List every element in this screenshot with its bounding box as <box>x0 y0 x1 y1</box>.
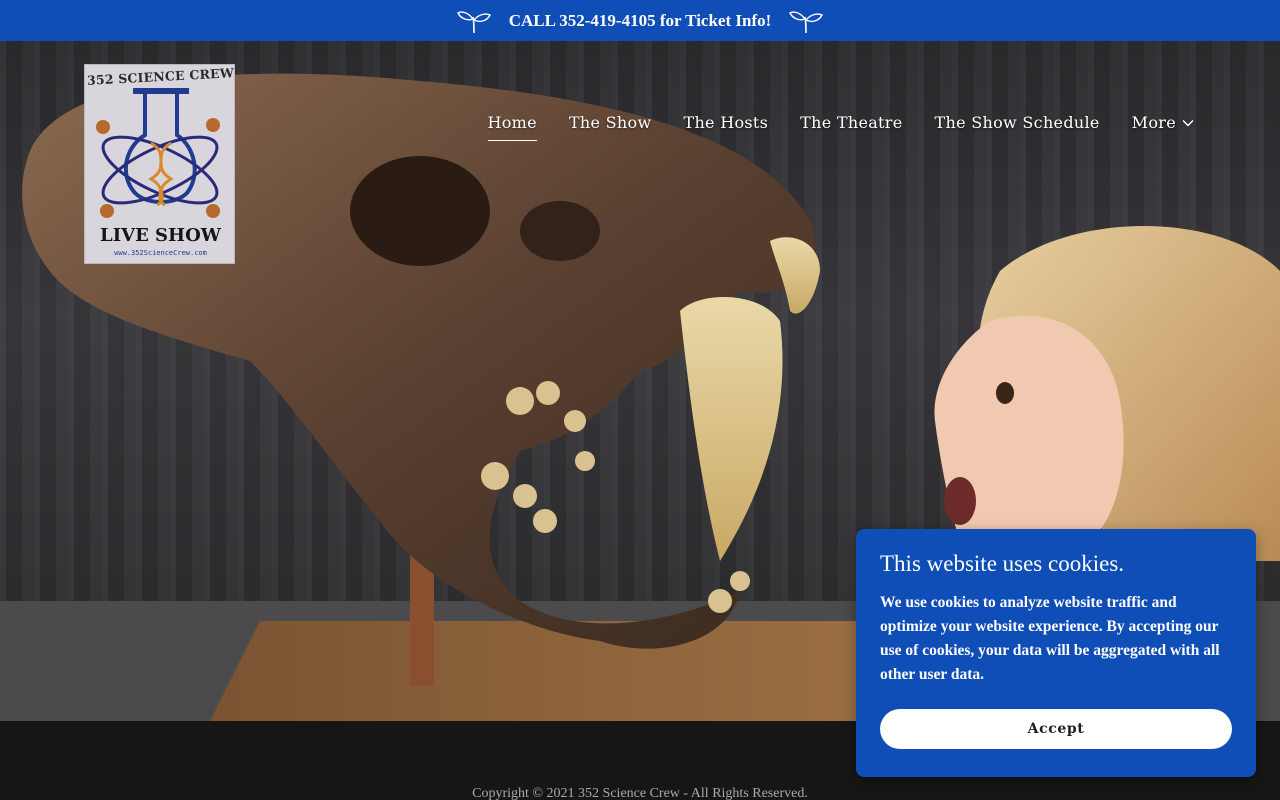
main-nav: Home The Show The Hosts The Theatre The … <box>487 113 1195 141</box>
nav-item-the-theatre[interactable]: The Theatre <box>800 113 902 138</box>
nav-item-home[interactable]: Home <box>487 113 538 141</box>
logo-url-text: www.352ScienceCrew.com <box>114 249 207 257</box>
cookie-title: This website uses cookies. <box>880 551 1125 576</box>
sprout-icon <box>789 10 824 33</box>
nav-item-the-show-schedule[interactable]: The Show Schedule <box>935 113 1100 138</box>
footer-copyright: Copyright © 2021 352 Science Crew - All … <box>472 786 808 800</box>
site-logo[interactable]: 352 SCIENCE CREW LIVE SHOW www.352Scienc… <box>84 64 235 264</box>
nav-item-the-hosts[interactable]: The Hosts <box>683 113 768 138</box>
announcement-bar: CALL 352-419-4105 for Ticket Info! <box>0 0 1280 41</box>
nav-item-more[interactable]: More <box>1132 113 1194 138</box>
nav-item-the-show[interactable]: The Show <box>569 113 652 138</box>
nav-more-label: More <box>1131 113 1176 132</box>
announcement-text[interactable]: CALL 352-419-4105 for Ticket Info! <box>505 11 776 31</box>
cookie-body: We use cookies to analyze website traffi… <box>880 594 1220 683</box>
accept-button[interactable]: Accept <box>880 709 1232 749</box>
sprout-icon <box>456 10 491 33</box>
cookie-banner: This website uses cookies. We use cookie… <box>856 529 1256 777</box>
logo-main-text: LIVE SHOW <box>100 225 221 246</box>
chevron-down-icon <box>1182 119 1194 126</box>
